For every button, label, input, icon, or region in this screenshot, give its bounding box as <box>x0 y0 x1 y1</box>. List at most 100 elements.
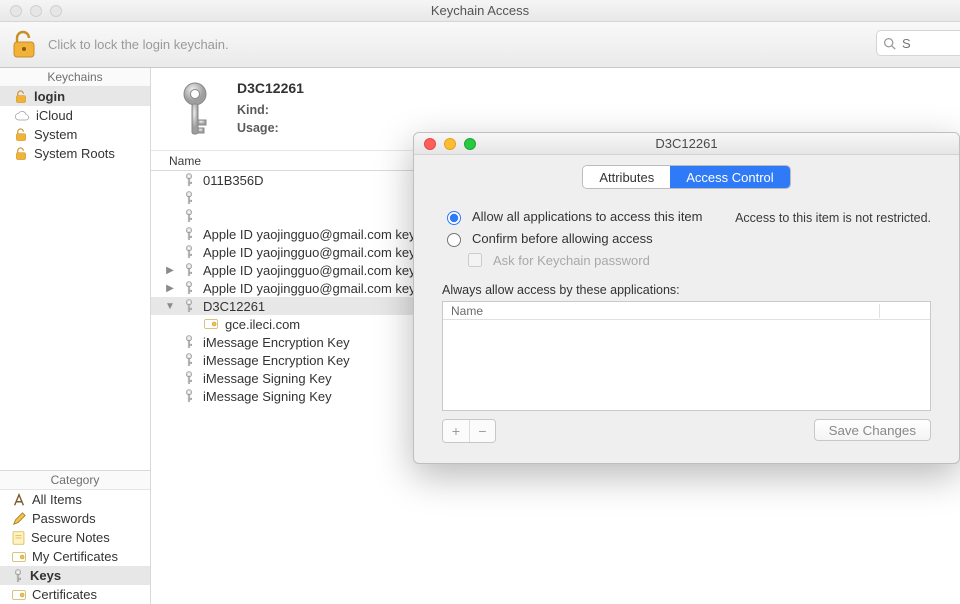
key-icon <box>181 173 197 187</box>
dialog-zoom-icon[interactable] <box>464 138 476 150</box>
sidebar: Keychains loginiCloudSystemSystem Roots … <box>0 68 151 604</box>
cloud-icon <box>14 110 30 122</box>
category-item-label: Certificates <box>32 587 97 602</box>
list-row-label: 011B356D <box>203 173 263 188</box>
key-icon <box>181 209 197 223</box>
cert-icon <box>12 551 26 563</box>
allowed-apps-column-name: Name <box>443 304 880 318</box>
search-icon <box>883 37 896 50</box>
detail-name: D3C12261 <box>237 80 304 96</box>
close-window-icon[interactable] <box>10 5 22 17</box>
key-icon <box>181 299 197 313</box>
dialog-tabs: Attributes Access Control <box>582 165 790 189</box>
detail-usage-label: Usage: <box>237 121 279 135</box>
cert-icon <box>203 318 219 330</box>
list-row-label: D3C12261 <box>203 299 265 314</box>
list-column-name: Name <box>169 154 201 168</box>
list-row-label: iMessage Signing Key <box>203 371 332 386</box>
lock-open-icon <box>11 30 37 60</box>
save-changes-button[interactable]: Save Changes <box>814 419 931 441</box>
detail-kind-label: Kind: <box>237 103 269 117</box>
list-row-label: iMessage Encryption Key <box>203 335 350 350</box>
list-row-label: iMessage Encryption Key <box>203 353 350 368</box>
key-icon <box>181 371 197 385</box>
dialog-minimize-icon[interactable] <box>444 138 456 150</box>
category-item[interactable]: My Certificates <box>0 547 150 566</box>
dialog-close-icon[interactable] <box>424 138 436 150</box>
window-title: Keychain Access <box>0 3 960 18</box>
sidebar-keychains-title: Keychains <box>0 68 150 87</box>
key-icon <box>12 569 24 583</box>
keychain-item[interactable]: System <box>0 125 150 144</box>
lock-open-orange-icon <box>14 90 28 104</box>
lock-open-orange-icon <box>14 147 28 161</box>
key-icon <box>181 227 197 241</box>
note-icon <box>12 531 25 545</box>
keychain-item[interactable]: iCloud <box>0 106 150 125</box>
detail-fields: D3C12261 Kind: Usage: <box>237 80 304 144</box>
lock-open-orange-icon <box>14 128 28 142</box>
category-item[interactable]: Keys <box>0 566 150 585</box>
ask-password-label: Ask for Keychain password <box>493 253 650 268</box>
remove-app-button[interactable]: − <box>469 420 495 442</box>
dialog-titlebar: D3C12261 <box>414 133 959 155</box>
category-item[interactable]: Certificates <box>0 585 150 604</box>
zoom-window-icon[interactable] <box>50 5 62 17</box>
tab-access-control[interactable]: Access Control <box>670 166 789 188</box>
list-row-label: Apple ID yaojingguo@gmail.com key <box>203 281 416 296</box>
ask-password-row: Ask for Keychain password <box>442 249 931 271</box>
keychain-item-label: login <box>34 89 65 104</box>
category-item[interactable]: All Items <box>0 490 150 509</box>
radio-allow-all[interactable] <box>447 211 461 225</box>
keychains-list: login iCloud System System Roots <box>0 87 150 163</box>
category-item-label: Secure Notes <box>31 530 110 545</box>
radio-confirm[interactable] <box>447 233 461 247</box>
access-note: Access to this item is not restricted. <box>735 211 931 225</box>
radio-confirm-label: Confirm before allowing access <box>472 231 653 246</box>
keychain-item-label: iCloud <box>36 108 73 123</box>
pencil-icon <box>12 512 26 526</box>
list-row-label: Apple ID yaojingguo@gmail.com key <box>203 245 416 260</box>
key-icon <box>181 263 197 277</box>
keychain-item[interactable]: login <box>0 87 150 106</box>
disclosure-open-icon[interactable]: ▼ <box>165 301 175 312</box>
minimize-window-icon[interactable] <box>30 5 42 17</box>
key-icon <box>181 281 197 295</box>
search-field[interactable] <box>876 30 960 56</box>
radio-allow-all-label: Allow all applications to access this it… <box>472 209 703 224</box>
radio-confirm-row[interactable]: Confirm before allowing access <box>442 227 931 249</box>
category-item[interactable]: Passwords <box>0 509 150 528</box>
a-badge-icon <box>12 493 26 507</box>
category-item-label: Keys <box>30 568 61 583</box>
always-allow-label: Always allow access by these application… <box>442 283 931 297</box>
window-traffic-lights <box>0 5 62 17</box>
lock-keychain-button[interactable] <box>10 28 38 62</box>
keychain-item-label: System Roots <box>34 146 115 161</box>
dialog-traffic-lights <box>414 138 476 150</box>
category-item-label: Passwords <box>32 511 96 526</box>
keychain-item[interactable]: System Roots <box>0 144 150 163</box>
tab-attributes[interactable]: Attributes <box>583 166 670 188</box>
key-icon <box>181 389 197 403</box>
sidebar-category-title: Category <box>0 471 150 490</box>
list-row-label: Apple ID yaojingguo@gmail.com key <box>203 227 416 242</box>
category-item-label: My Certificates <box>32 549 118 564</box>
list-row-label: Apple ID yaojingguo@gmail.com key <box>203 263 416 278</box>
key-icon <box>181 245 197 259</box>
list-row-label: gce.ileci.com <box>225 317 300 332</box>
lock-hint-label: Click to lock the login keychain. <box>48 37 229 52</box>
toolbar: Click to lock the login keychain. <box>0 22 960 68</box>
search-input[interactable] <box>900 35 940 52</box>
key-icon <box>181 335 197 349</box>
list-row-label: iMessage Signing Key <box>203 389 332 404</box>
keychain-item-label: System <box>34 127 77 142</box>
disclosure-closed-icon[interactable]: ▶ <box>165 283 175 294</box>
category-item[interactable]: Secure Notes <box>0 528 150 547</box>
ask-password-checkbox <box>468 253 482 267</box>
cert-icon <box>12 589 26 601</box>
categories-list: All Items Passwords Secure Notes My Certifi… <box>0 490 150 604</box>
disclosure-closed-icon[interactable]: ▶ <box>165 265 175 276</box>
add-app-button[interactable]: + <box>443 420 469 442</box>
allowed-apps-header: Name <box>443 302 930 320</box>
allowed-apps-table[interactable]: Name <box>442 301 931 411</box>
